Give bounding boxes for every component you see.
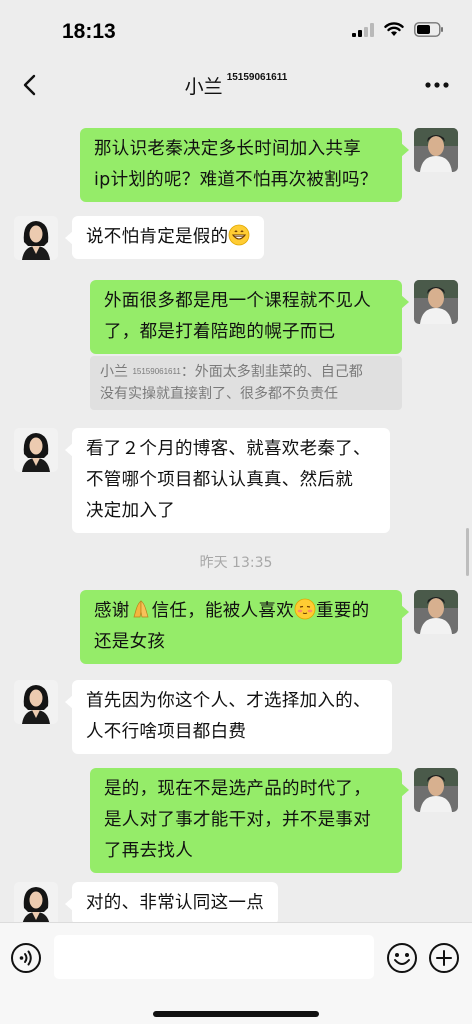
message-line: 首先因为你这个人、才选择加入的、 xyxy=(86,691,371,711)
chat-area[interactable]: 那认识老秦决定多长时间加入共享 ip计划的呢？难道不怕再次被割吗？ 说不怕肯定是… xyxy=(0,110,472,922)
contact-avatar[interactable] xyxy=(14,428,58,472)
emoji-button[interactable] xyxy=(386,942,418,974)
message-text: 重要的 xyxy=(316,601,370,621)
status-bar: 18:13 xyxy=(0,0,472,60)
message-line: 了再去找人 xyxy=(104,841,193,861)
message-bubble-received[interactable]: 说不怕肯定是假的 xyxy=(64,216,265,259)
home-indicator[interactable] xyxy=(153,1011,319,1017)
message-bubble-sent[interactable]: 感谢 信任，能被人喜欢 重要的 还是女孩 xyxy=(80,590,409,664)
message-text: 信任，能被人喜欢 xyxy=(151,601,295,621)
status-icons xyxy=(352,22,444,37)
status-time: 18:13 xyxy=(62,20,116,43)
timestamp: 昨天 13:35 xyxy=(199,555,273,571)
message-line: 看了２个月的博客、就喜欢老秦了、 xyxy=(86,439,371,459)
message-line: 不管哪个项目都认认真真、然后就 xyxy=(86,470,353,490)
blushing-emoji-icon xyxy=(294,598,316,620)
nav-bar: 小兰 15159061611 xyxy=(0,60,472,110)
message-line: ip计划的呢？难道不怕再次被割吗？ xyxy=(94,170,378,190)
message-line: 外面很多都是甩一个课程就不见人 xyxy=(104,291,371,311)
my-avatar[interactable] xyxy=(414,280,458,324)
scrollbar[interactable] xyxy=(466,528,469,576)
battery-icon xyxy=(414,22,443,37)
message-line: 了，都是打着陪跑的幌子而已 xyxy=(104,322,336,342)
voice-button[interactable] xyxy=(10,942,42,974)
message-bubble-received[interactable]: 看了２个月的博客、就喜欢老秦了、 不管哪个项目都认认真真、然后就 决定加入了 xyxy=(65,428,390,533)
quote-phone: 15159061611 xyxy=(132,367,181,376)
message-bubble-sent[interactable]: 那认识老秦决定多长时间加入共享 ip计划的呢？难道不怕再次被割吗？ xyxy=(80,128,409,202)
signal-icon xyxy=(352,22,374,37)
message-line: 是人对了事才能干对，并不是事对 xyxy=(104,810,371,830)
plus-icon xyxy=(429,943,459,973)
contact-avatar[interactable] xyxy=(14,882,58,922)
quote-line: 小兰 15159061611：外面太多割韭菜的、自己都 xyxy=(100,361,392,383)
my-avatar[interactable] xyxy=(414,590,458,634)
contact-avatar[interactable] xyxy=(14,680,58,724)
message-line: 人不行啥项目都白费 xyxy=(86,722,247,742)
chat-title: 小兰 15159061611 xyxy=(0,72,472,99)
my-avatar[interactable] xyxy=(414,768,458,812)
message-line: 还是女孩 xyxy=(94,632,166,652)
message-bubble-received[interactable]: 首先因为你这个人、才选择加入的、 人不行啥项目都白费 xyxy=(65,680,392,754)
message-line: 是的，现在不是选产品的时代了， xyxy=(104,779,371,799)
my-avatar[interactable] xyxy=(414,128,458,172)
message-line: 感谢 信任，能被人喜欢 重要的 xyxy=(94,596,388,627)
folded-hands-emoji-icon xyxy=(133,600,149,618)
message-bubble-sent[interactable]: 外面很多都是甩一个课程就不见人 了，都是打着陪跑的幌子而已 xyxy=(90,280,409,354)
wifi-icon xyxy=(384,22,404,36)
contact-phone: 15159061611 xyxy=(226,72,288,83)
input-bar xyxy=(0,922,472,1024)
message-line: 决定加入了 xyxy=(86,501,175,521)
quote-sender: 小兰 xyxy=(100,364,128,380)
grinning-emoji-icon xyxy=(229,224,250,246)
emoji-icon xyxy=(387,943,417,973)
plus-button[interactable] xyxy=(428,942,460,974)
quoted-message[interactable]: 小兰 15159061611：外面太多割韭菜的、自己都 没有实操就直接割了、很多… xyxy=(90,356,402,410)
message-text: 感谢 xyxy=(94,601,130,621)
voice-icon xyxy=(11,943,41,973)
more-button[interactable] xyxy=(420,70,454,100)
message-text: 说不怕肯定是假的 xyxy=(86,227,229,247)
message-bubble-received[interactable]: 对的、非常认同这一点 xyxy=(65,882,278,922)
contact-name: 小兰 xyxy=(184,76,223,98)
quote-text: ：外面太多割韭菜的、自己都 xyxy=(180,364,363,380)
message-line: 那认识老秦决定多长时间加入共享 xyxy=(94,139,361,159)
message-text: 对的、非常认同这一点 xyxy=(86,893,264,913)
quote-line: 没有实操就直接割了、很多都不负责任 xyxy=(100,386,338,402)
more-icon xyxy=(425,82,449,88)
message-input[interactable] xyxy=(54,935,374,979)
contact-avatar[interactable] xyxy=(14,216,58,260)
message-bubble-sent[interactable]: 是的，现在不是选产品的时代了， 是人对了事才能干对，并不是事对 了再去找人 xyxy=(90,768,409,873)
